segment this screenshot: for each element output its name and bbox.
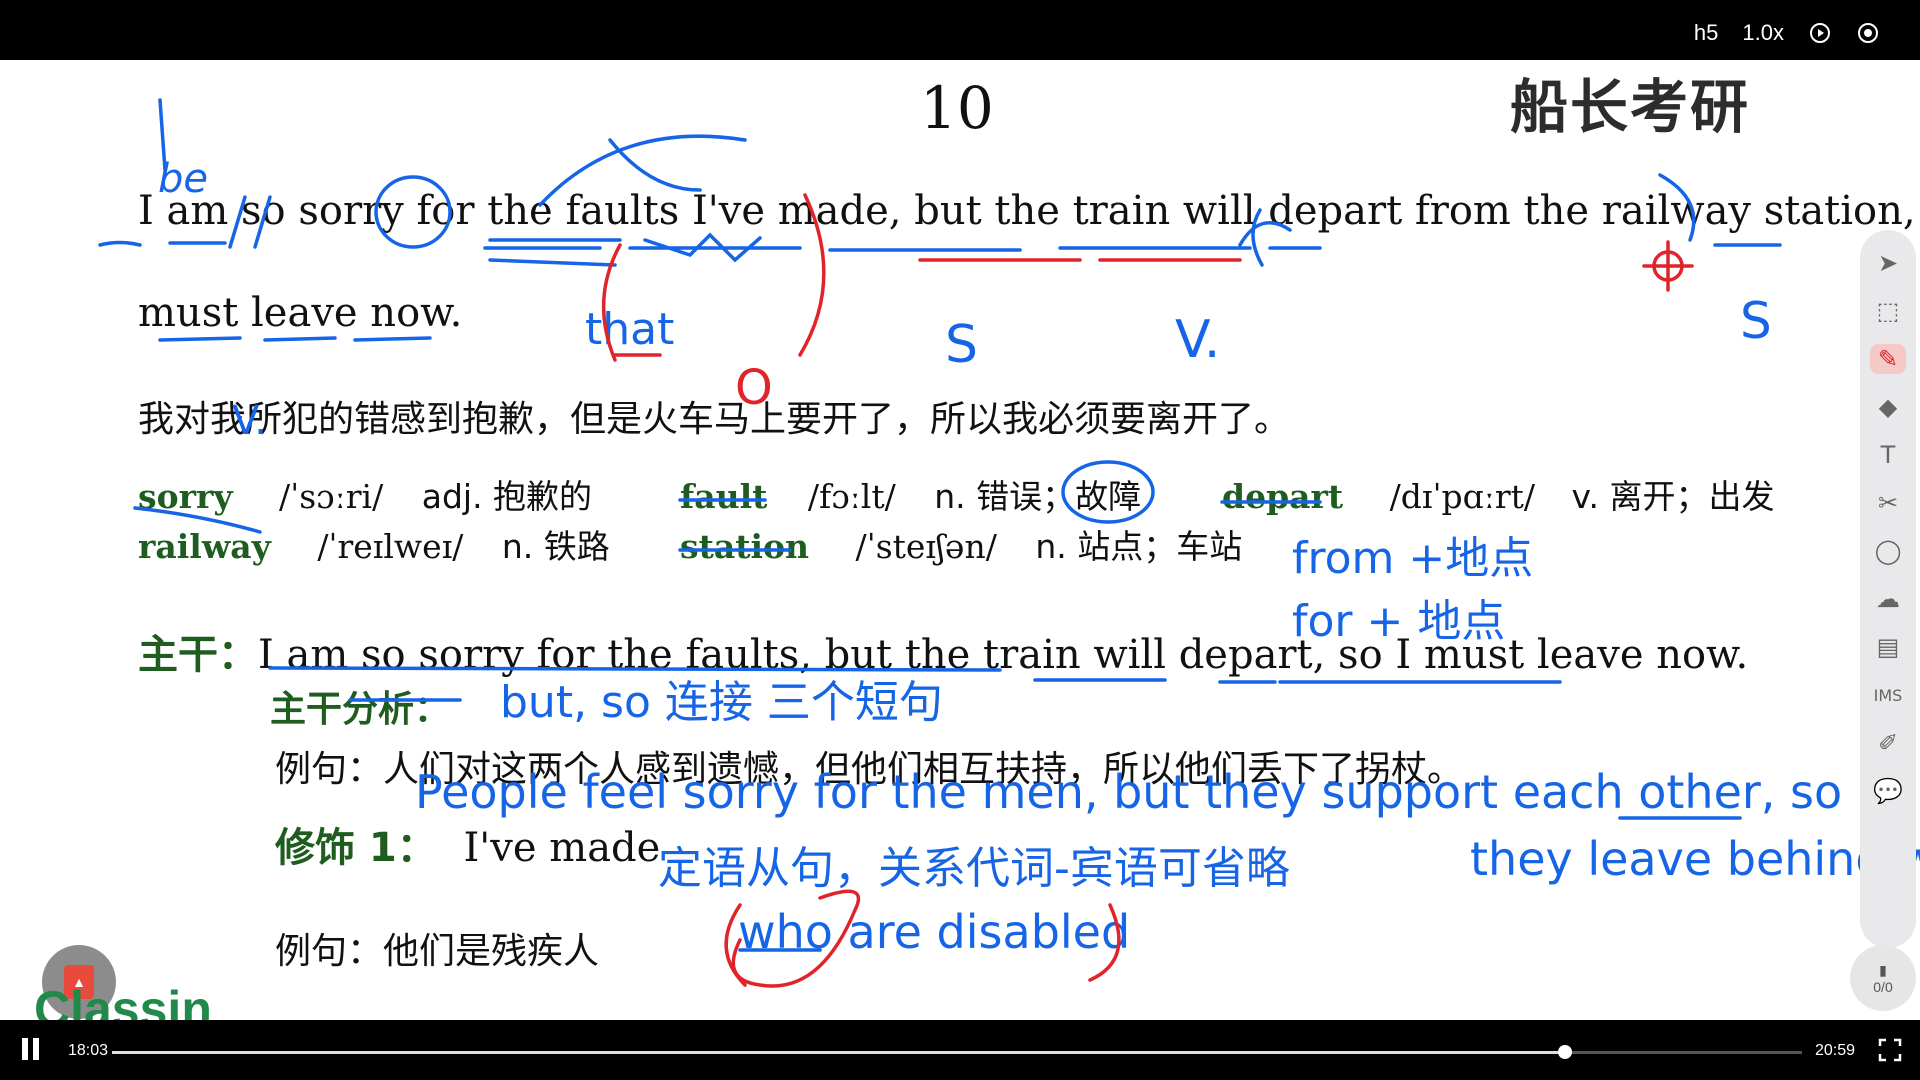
example-2-text: 他们是残疾人 [383, 931, 600, 972]
whiteboard-toolbar: ➤ ⬚ ✎ ◆ T ✂ ◯ ☁ ▤ IMS ✐ 💬 [1860, 230, 1916, 948]
vocab-meaning: n. 铁路 [501, 527, 610, 566]
pointer-icon[interactable]: ➤ [1870, 248, 1906, 278]
record-icon[interactable] [1856, 21, 1880, 45]
hand-v2: V. [232, 398, 267, 444]
page-number: 10 [920, 74, 994, 142]
vocab-phonetic: /fɔːlt/ [807, 477, 896, 516]
vocab-meaning: adj. 抱歉的 [421, 477, 593, 516]
hand-for-place: for + 地点 [1292, 596, 1506, 647]
sentence-line-2: must leave now. [138, 290, 463, 336]
select-icon[interactable]: ⬚ [1870, 296, 1906, 326]
page-counter-icon: ▮ [1879, 961, 1887, 978]
hand-who-are-disabled: who are disabled [738, 905, 1131, 959]
vocab-fault: fault /fɔːlt/ n. 错误；故障 [680, 470, 1141, 518]
vocab-word: railway [138, 527, 271, 566]
translation: 我对我所犯的错感到抱歉，但是火车马上要开了，所以我必须要离开了。 [138, 399, 1291, 440]
hand-relative-clause: 定语从句，关系代词-宾语可省略 [658, 843, 1290, 894]
vocab-station: station /ˈsteɪʃən/ n. 站点；车站 [680, 520, 1242, 568]
slide-canvas: 10 船长考研 I am so sorry for the faults I'v… [0, 60, 1920, 1020]
trunk-analysis-label: 主干分析： [270, 680, 450, 732]
hand-they-leave: they leave behind wa [1470, 832, 1920, 886]
page-counter-button[interactable]: ▮ 0/0 [1850, 945, 1916, 1011]
vocab-word: depart [1222, 477, 1344, 516]
vocab-railway: railway /ˈreɪlweɪ/ n. 铁路 [138, 520, 610, 568]
text-icon[interactable]: T [1870, 440, 1906, 470]
modifier-label: 修饰 1： [275, 825, 437, 871]
replay-icon[interactable] [1808, 21, 1832, 45]
vocab-phonetic: /ˈsɔːri/ [279, 477, 384, 516]
edit-icon[interactable]: ✐ [1870, 728, 1906, 758]
vocab-sorry: sorry /ˈsɔːri/ adj. 抱歉的 [138, 470, 592, 518]
ims-icon[interactable]: IMS [1870, 680, 1906, 710]
speed-selector[interactable]: 1.0x [1742, 20, 1784, 46]
trunk-text: I am so sorry for the faults, but the tr… [258, 632, 1749, 678]
trunk-label: 主干： [138, 632, 258, 678]
vocab-word: fault [680, 477, 768, 516]
eraser-icon[interactable]: ◆ [1870, 392, 1906, 422]
hand-be: be [158, 156, 208, 202]
chat-icon[interactable]: 💬 [1870, 776, 1906, 806]
hand-that: that [585, 304, 675, 355]
shape-icon[interactable]: ◯ [1870, 536, 1906, 566]
page-counter-text: 0/0 [1873, 978, 1893, 995]
player-top-controls: h5 1.0x [1694, 20, 1880, 46]
hand-s1: S [945, 315, 979, 375]
example-1-label: 例句： [275, 749, 384, 790]
modifier-text: I've made [463, 825, 661, 871]
vocab-phonetic: /dɪˈpɑːrt/ [1389, 477, 1536, 516]
vocab-word: sorry [138, 477, 233, 516]
vocab-depart: depart /dɪˈpɑːrt/ v. 离开；出发 [1222, 470, 1775, 518]
current-time: 18:03 [68, 1042, 109, 1059]
hand-from-place: from +地点 [1292, 533, 1534, 584]
player-bottom-bar: 18:03 20:59 [0, 1020, 1920, 1080]
pen-icon[interactable]: ✎ [1870, 344, 1906, 374]
progress-knob[interactable] [1558, 1045, 1573, 1059]
pause-icon[interactable] [22, 1038, 44, 1060]
vocab-meaning: v. 离开；出发 [1571, 477, 1775, 516]
hand-but-so: but, so 连接 三个短句 [500, 677, 943, 728]
progress-fill [112, 1051, 1566, 1054]
modifier-1: 修饰 1： I've made [275, 815, 660, 873]
vocab-phonetic: /ˈsteɪʃən/ [855, 527, 997, 566]
stream-selector[interactable]: h5 [1694, 20, 1718, 46]
progress-track[interactable] [112, 1045, 1802, 1059]
example-2-label: 例句： [275, 931, 384, 972]
trunk-line: 主干：I am so sorry for the faults, but the… [138, 622, 1748, 680]
example-2: 例句：他们是残疾人 [275, 922, 599, 974]
scissors-icon[interactable]: ✂ [1870, 488, 1906, 518]
classin-logo: Classin [34, 981, 212, 1020]
cloud-icon[interactable]: ☁ [1870, 584, 1906, 614]
hand-people-feel: People feel sorry for the men, but they … [415, 765, 1843, 819]
hand-v1: V. [1175, 310, 1221, 370]
vocab-meaning: n. 站点；车站 [1035, 527, 1243, 566]
duration: 20:59 [1815, 1042, 1856, 1059]
hand-o1: O [735, 360, 773, 416]
top-bar: h5 1.0x [0, 0, 1920, 60]
hand-s2: S [1740, 292, 1772, 350]
vocab-phonetic: /ˈreɪlweɪ/ [317, 527, 464, 566]
trunk-analysis-text: 主干分析： [270, 689, 451, 730]
fullscreen-icon[interactable] [1878, 1038, 1902, 1062]
sentence-line-1: I am so sorry for the faults I've made, … [138, 188, 1920, 234]
toolbox-icon[interactable]: ▤ [1870, 632, 1906, 662]
vocab-meaning: n. 错误；故障 [934, 477, 1142, 516]
brand-logo: 船长考研 [1510, 73, 1751, 141]
vocab-word: station [680, 527, 809, 566]
